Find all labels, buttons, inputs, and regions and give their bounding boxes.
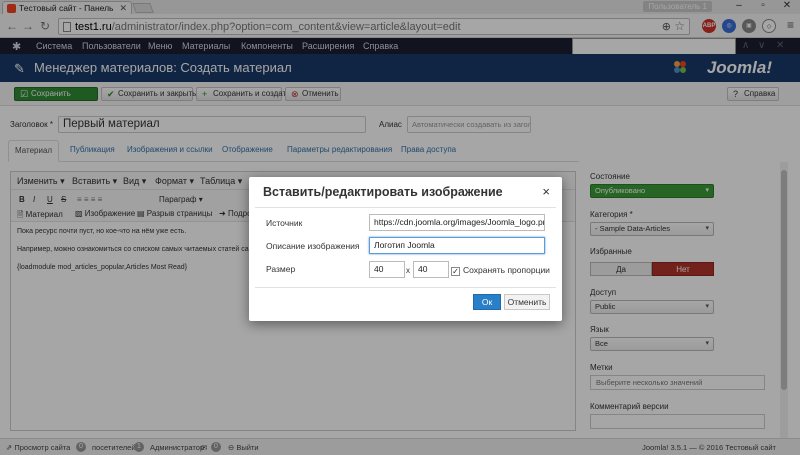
- dialog-title: Вставить/редактировать изображение: [263, 185, 503, 199]
- cancel-dialog-button[interactable]: Отменить: [504, 294, 550, 310]
- size-separator: x: [406, 266, 410, 275]
- source-label: Источник: [266, 218, 303, 228]
- size-label: Размер: [266, 264, 296, 274]
- height-input[interactable]: 40: [413, 261, 449, 278]
- divider: [255, 207, 556, 208]
- keep-ratio-checkbox[interactable]: ✓: [451, 267, 460, 276]
- divider: [255, 287, 556, 288]
- width-input[interactable]: 40: [369, 261, 405, 278]
- source-input[interactable]: https://cdn.joomla.org/images/Joomla_log…: [369, 214, 545, 231]
- description-input[interactable]: Логотип Joomla: [369, 237, 545, 254]
- image-dialog: Вставить/редактировать изображение × Ист…: [249, 177, 562, 321]
- description-label: Описание изображения: [266, 241, 360, 251]
- close-icon[interactable]: ×: [542, 184, 550, 199]
- ok-button[interactable]: Ок: [473, 294, 501, 310]
- keep-ratio-label: Сохранять пропорции: [463, 265, 550, 275]
